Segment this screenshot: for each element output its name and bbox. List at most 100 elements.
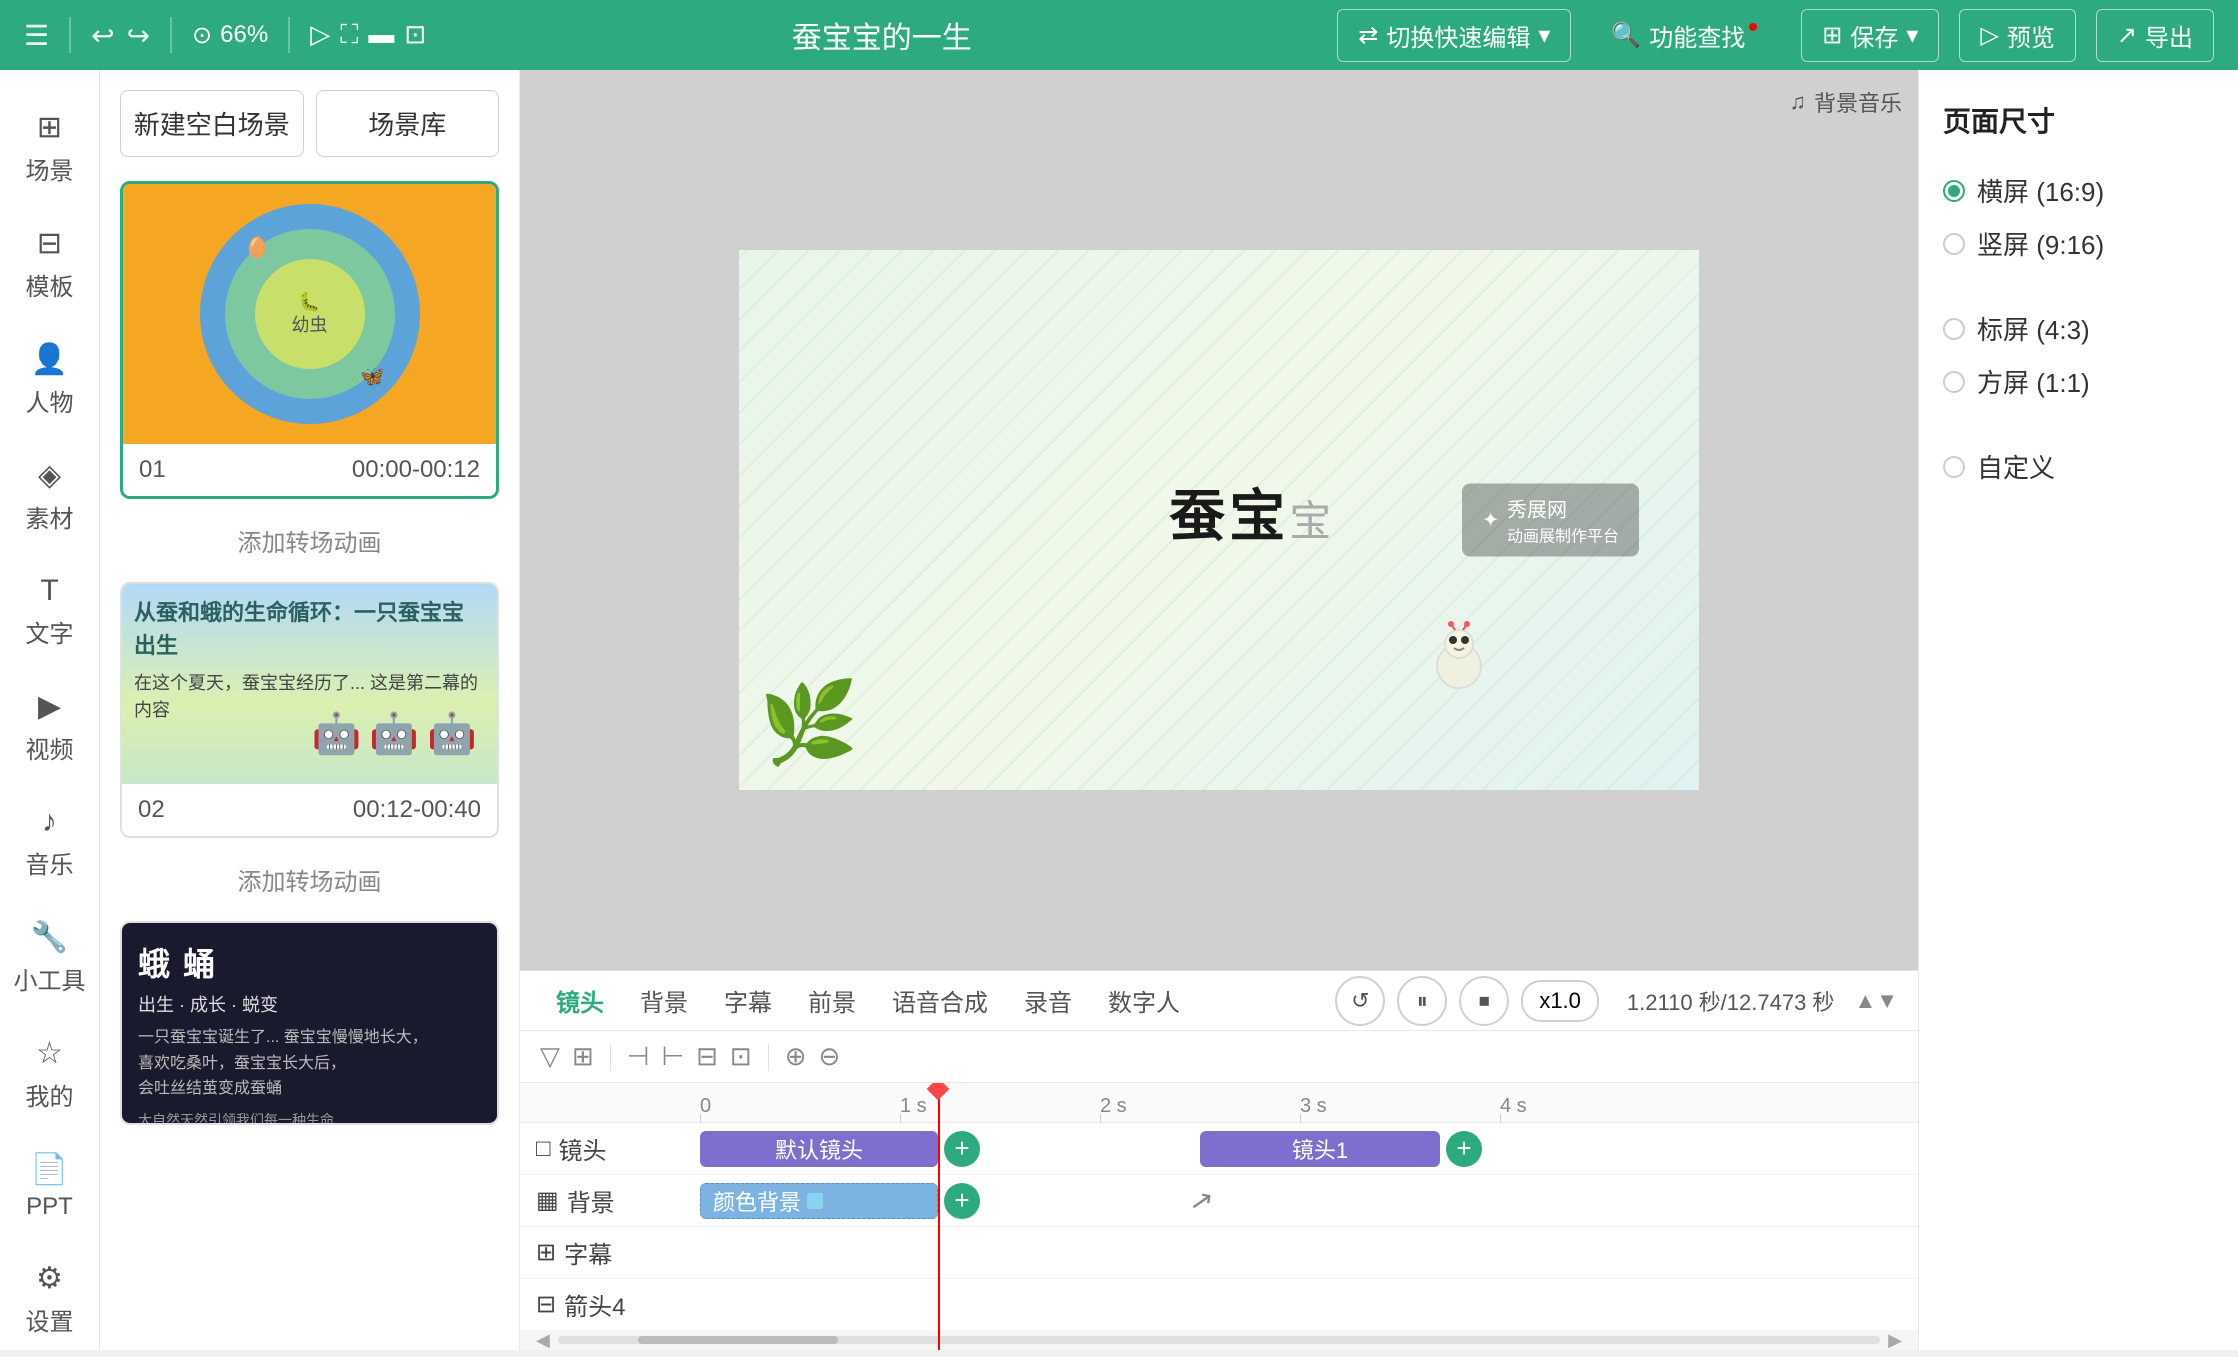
radio-landscape[interactable] <box>1943 180 1965 202</box>
sidebar-item-material[interactable]: ◈ 素材 <box>0 438 99 554</box>
sidebar-item-text[interactable]: T 文字 <box>0 554 99 669</box>
radio-standard[interactable] <box>1943 318 1965 340</box>
feature-search-button[interactable]: 🔍 功能查找 <box>1591 10 1781 61</box>
group-icon[interactable]: ⊟ <box>696 1041 718 1072</box>
default-lens-block[interactable]: 默认镜头 <box>700 1131 938 1167</box>
option-landscape[interactable]: 横屏 (16:9) <box>1943 172 2214 209</box>
sidebar-label-settings: 设置 <box>26 1302 74 1337</box>
transition-label-2[interactable]: 添加转场动画 <box>120 854 499 905</box>
add-lens-btn-2[interactable]: + <box>1446 1131 1482 1167</box>
scroll-right-icon[interactable]: ▶ <box>1888 1330 1902 1351</box>
option-custom-label: 自定义 <box>1977 448 2055 485</box>
save-button[interactable]: ⊞ 保存 ▾ <box>1801 9 1939 62</box>
butterfly-icon: 🦋 <box>360 364 385 389</box>
tab-foreground[interactable]: 前景 <box>792 975 872 1026</box>
pause-button[interactable]: ⏸ <box>1397 976 1447 1026</box>
scene-panel-header: 新建空白场景 场景库 <box>120 90 499 157</box>
scene-library-button[interactable]: 场景库 <box>316 90 500 157</box>
preview-button[interactable]: ▷ 预览 <box>1959 9 2075 62</box>
loop-button[interactable]: ↺ <box>1335 976 1385 1026</box>
zoom-level[interactable]: ⊙ 66% <box>192 21 268 50</box>
sidebar-label-tools: 小工具 <box>14 961 86 996</box>
option-standard[interactable]: 标屏 (4:3) <box>1943 310 2214 347</box>
sidebar-label-video: 视频 <box>26 730 74 765</box>
play-icon[interactable]: ▷ <box>310 19 330 51</box>
tab-background[interactable]: 背景 <box>624 975 704 1026</box>
option-portrait[interactable]: 竖屏 (9:16) <box>1943 225 2214 262</box>
sidebar-label-mine: 我的 <box>26 1077 74 1112</box>
scene-card-1[interactable]: 🐛幼虫 🥚 🦋 01 00:00-00:12 <box>120 181 499 499</box>
screen-icon[interactable]: ▬ <box>368 19 394 51</box>
expand-btn[interactable]: ▲▼ <box>1854 988 1898 1014</box>
sidebar-item-template[interactable]: ⊟ 模板 <box>0 206 99 322</box>
split-icon[interactable]: ⊖ <box>819 1041 841 1072</box>
canvas[interactable]: ✦ 秀展网 动画展制作平台 🌿 蚕宝宝 <box>739 250 1699 790</box>
option-square[interactable]: 方屏 (1:1) <box>1943 363 2214 400</box>
scene-card-3[interactable]: 蛾 蛹 出生 · 成长 · 蜕变 一只蚕宝宝诞生了... 蚕宝宝慢慢地长大，喜欢… <box>120 921 499 1125</box>
right-panel: 页面尺寸 横屏 (16:9) 竖屏 (9:16) 标屏 (4:3) 方屏 (1:… <box>1918 70 2238 1350</box>
watermark-line2: 动画展制作平台 <box>1507 523 1619 547</box>
sidebar-item-character[interactable]: 👤 人物 <box>0 322 99 438</box>
timeline-scrollbar[interactable]: ◀ ▶ <box>520 1330 1918 1350</box>
video-icon: ▶ <box>38 689 61 724</box>
scene-card-2[interactable]: 从蚕和蛾的生命循环：一只蚕宝宝出生 在这个夏天，蚕宝宝经历了... 这是第二幕的… <box>120 582 499 838</box>
tab-record[interactable]: 录音 <box>1008 975 1088 1026</box>
screen2-icon[interactable]: ⊡ <box>404 19 426 51</box>
align-left-icon[interactable]: ⊣ <box>627 1041 650 1072</box>
radio-custom[interactable] <box>1943 456 1965 478</box>
radio-portrait[interactable] <box>1943 233 1965 255</box>
timeline-playhead[interactable] <box>938 1083 940 1350</box>
align-right-icon[interactable]: ⊢ <box>661 1041 684 1072</box>
lens1-block[interactable]: 镜头1 <box>1200 1131 1440 1167</box>
undo-icon[interactable]: ↩ <box>91 19 114 52</box>
new-scene-button[interactable]: 新建空白场景 <box>120 90 304 157</box>
bg-music-button[interactable]: ♫ 背景音乐 <box>1789 86 1902 118</box>
switch-mode-button[interactable]: ⇄ 切换快速编辑 ▾ <box>1337 9 1571 62</box>
scroll-thumb[interactable] <box>638 1336 838 1344</box>
tab-voicesynth[interactable]: 语音合成 <box>876 975 1004 1026</box>
timeline-controls: ↺ ⏸ ⏹ x1.0 1.2110 秒/12.7473 秒 ▲▼ <box>1335 976 1898 1026</box>
timeline-ruler: 0 1 s 2 s 3 s 4 s <box>520 1083 1918 1123</box>
merge-icon[interactable]: ⊕ <box>785 1041 807 1072</box>
transition-label-1[interactable]: 添加转场动画 <box>120 515 499 566</box>
menu-icon[interactable]: ☰ <box>24 19 49 52</box>
tab-subtitle[interactable]: 字幕 <box>708 975 788 1026</box>
mine-icon: ☆ <box>36 1036 63 1071</box>
topbar-separator-3 <box>288 17 290 53</box>
tab-lens[interactable]: 镜头 <box>540 975 620 1026</box>
topbar-separator-1 <box>69 17 71 53</box>
character-icon: 👤 <box>31 342 68 377</box>
track-arrow4-label: ⊟ 箭头4 <box>520 1287 700 1322</box>
radio-square[interactable] <box>1943 371 1965 393</box>
sidebar-item-settings[interactable]: ⚙ 设置 <box>0 1241 99 1357</box>
redo-icon[interactable]: ↪ <box>127 19 150 52</box>
stop-button[interactable]: ⏹ <box>1459 976 1509 1026</box>
export-icon: ↗ <box>2117 21 2137 50</box>
scene2-character2: 🤖 <box>369 704 419 764</box>
add-lens-btn-1[interactable]: + <box>944 1131 980 1167</box>
color-bg-block[interactable]: 颜色背景 <box>700 1183 938 1219</box>
scene3-body: 一只蚕宝宝诞生了... 蚕宝宝慢慢地长大，喜欢吃桑叶，蚕宝宝长大后，会吐丝结茧变… <box>138 1025 481 1102</box>
subtitle-track-icon: ⊞ <box>536 1238 556 1267</box>
sidebar-item-mine[interactable]: ☆ 我的 <box>0 1016 99 1132</box>
sidebar-item-ppt[interactable]: 📄 PPT <box>0 1132 99 1241</box>
ruler-mark-4s: 4 s <box>1500 1095 1700 1118</box>
ungroup-icon[interactable]: ⊡ <box>730 1041 752 1072</box>
speed-control[interactable]: x1.0 <box>1521 980 1599 1022</box>
canvas-title-text: 蚕宝 <box>1169 484 1289 547</box>
filter-icon[interactable]: ▽ <box>540 1041 560 1072</box>
canvas-title[interactable]: 蚕宝宝 <box>1169 471 1335 552</box>
scroll-track[interactable] <box>558 1336 1880 1344</box>
sidebar-item-scene[interactable]: ⊞ 场景 <box>0 90 99 206</box>
scroll-left-icon[interactable]: ◀ <box>536 1330 550 1351</box>
tab-digital-human[interactable]: 数字人 <box>1092 975 1196 1026</box>
export-button[interactable]: ↗ 导出 <box>2096 9 2214 62</box>
sidebar-item-music[interactable]: ♪ 音乐 <box>0 785 99 900</box>
sidebar-item-video[interactable]: ▶ 视频 <box>0 669 99 785</box>
sidebar-item-tools[interactable]: 🔧 小工具 <box>0 900 99 1016</box>
track-subtitle: ⊞ 字幕 <box>520 1227 1918 1279</box>
option-custom[interactable]: 自定义 <box>1943 448 2214 485</box>
grid-icon[interactable]: ⊞ <box>572 1041 594 1072</box>
add-bg-btn[interactable]: + <box>944 1183 980 1219</box>
fullscreen-icon[interactable]: ⛶ <box>340 19 358 51</box>
